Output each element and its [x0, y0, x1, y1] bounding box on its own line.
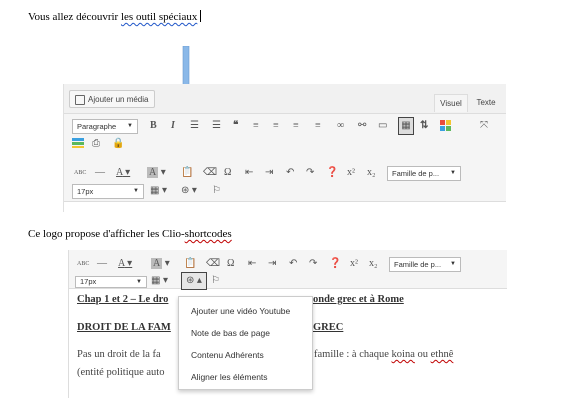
horizontal-line-icon[interactable]: — [95, 165, 105, 181]
flag-icon[interactable]: ⚐ [211, 273, 220, 289]
clio-logo-button[interactable]: ⊛ ▴ [181, 272, 207, 290]
colorful-grid-icon[interactable] [440, 120, 452, 136]
media-icon [75, 95, 85, 105]
table-icon[interactable]: ▦ ▾ [151, 273, 168, 289]
paste-icon[interactable]: 📋 [184, 256, 196, 272]
align-right-icon[interactable]: ≡ [293, 118, 299, 134]
add-media-button[interactable]: Ajouter un média [69, 90, 155, 108]
undo-icon[interactable]: ↶ [286, 165, 294, 181]
clio-logo-icon[interactable]: ⊛ ▾ [181, 183, 197, 199]
spellcheck-icon[interactable]: ABC [77, 256, 89, 272]
doc-line-1-right: onde grec et à Rome [313, 294, 404, 305]
wp-editor: Ajouter un média Visuel Texte Paragraphe… [63, 84, 506, 213]
font-size-select[interactable]: 17px ▼ [72, 184, 144, 199]
eraser-icon[interactable]: ⌫ [206, 256, 220, 272]
text-color-icon[interactable]: A ▾ [116, 165, 130, 181]
numbered-list-icon[interactable]: ☰ [212, 118, 221, 134]
unlink-icon[interactable]: ⚯ [358, 118, 366, 134]
justify-icon[interactable]: ≡ [315, 118, 321, 134]
doc-line-2: DROIT DE LA FAM [77, 322, 171, 333]
flag-icon[interactable]: ⚐ [212, 183, 221, 199]
fullscreen-icon[interactable]: ⤧ [480, 118, 488, 134]
toolbar-row-2-cropped: ABC — A ▾ A ▾ 📋 ⌫ Ω ⇤ ⇥ ↶ ↷ ❓ x² x₂ Fami… [69, 250, 507, 290]
special-char-icon[interactable]: Ω [227, 256, 234, 272]
text-color-icon[interactable]: A ▾ [118, 256, 132, 272]
doc-line-3-right: famille : à chaque koina ou ethnê [314, 349, 454, 360]
clio-shortcodes-menu: Ajouter une vidéo Youtube Note de bas de… [178, 296, 313, 390]
doc-line-4: (entité politique auto [77, 367, 165, 378]
tab-text[interactable]: Texte [469, 94, 503, 112]
subscript-icon[interactable]: x₂ [369, 256, 378, 272]
doc-line-2-right: GREC [313, 322, 344, 333]
menu-item-align[interactable]: Aligner les éléments [191, 369, 268, 385]
superscript-icon[interactable]: x² [350, 256, 358, 272]
align-center-icon[interactable]: ≡ [273, 118, 279, 134]
background-color-icon[interactable]: A ▾ [151, 256, 170, 272]
chevron-down-icon: ▼ [450, 170, 456, 176]
font-size-select[interactable]: 17px ▼ [75, 276, 147, 288]
font-family-select[interactable]: Famille de p... ▼ [389, 257, 461, 272]
bullet-list-icon[interactable]: ☰ [190, 118, 199, 134]
intro-text: Vous allez découvrir les outil spéciaux [28, 10, 202, 23]
bold-icon[interactable]: B [150, 118, 157, 134]
intro-text-underlined: les outil spéciaux [120, 11, 198, 23]
outdent-icon[interactable]: ⇤ [245, 165, 253, 181]
chevron-down-icon: ▼ [133, 188, 139, 194]
lock-icon[interactable]: 🔒 [112, 136, 124, 152]
table-icon[interactable]: ▦ ▾ [150, 183, 167, 199]
indent-icon[interactable]: ⇥ [265, 165, 273, 181]
doc-line-1: Chap 1 et 2 – Le dro [77, 294, 169, 305]
link-icon[interactable]: ∞ [337, 118, 344, 134]
special-char-icon[interactable]: Ω [224, 165, 231, 181]
chevron-down-icon: ▼ [127, 123, 133, 129]
background-color-icon[interactable]: A ▾ [147, 165, 166, 181]
help-icon[interactable]: ❓ [326, 165, 338, 181]
toolbar-row-1: Paragraphe ▼ B I ☰ ☰ ❝ ≡ ≡ ≡ ≡ ∞ ⚯ ▭ ▦ ⇅ … [64, 113, 506, 166]
tab-visual[interactable]: Visuel [434, 94, 468, 112]
indent-icon[interactable]: ⇥ [268, 256, 276, 272]
read-more-icon[interactable]: ▭ [378, 118, 387, 134]
print-icon[interactable]: ⎙ [92, 136, 100, 152]
editor-content[interactable] [64, 201, 506, 213]
toolbar-toggle-icon[interactable]: ▦ [398, 117, 414, 135]
caption-text: Ce logo propose d'afficher les Clio-shor… [28, 228, 232, 240]
horizontal-line-icon[interactable]: — [97, 256, 107, 272]
redo-icon[interactable]: ↷ [306, 165, 314, 181]
subscript-icon[interactable]: x₂ [367, 165, 376, 181]
text-cursor [200, 10, 202, 22]
paste-icon[interactable]: 📋 [181, 165, 193, 181]
italic-icon[interactable]: I [171, 118, 175, 134]
redo-icon[interactable]: ↷ [309, 256, 317, 272]
chevron-down-icon: ▼ [450, 261, 456, 267]
superscript-icon[interactable]: x² [347, 165, 355, 181]
font-family-select[interactable]: Famille de p... ▼ [387, 166, 461, 181]
sort-icon[interactable]: ⇅ [420, 118, 428, 134]
outdent-icon[interactable]: ⇤ [248, 256, 256, 272]
menu-item-members-content[interactable]: Contenu Adhérents [191, 347, 264, 363]
undo-icon[interactable]: ↶ [289, 256, 297, 272]
eraser-icon[interactable]: ⌫ [203, 165, 217, 181]
menu-item-footnote[interactable]: Note de bas de page [191, 325, 270, 341]
chevron-down-icon: ▼ [136, 279, 142, 285]
doc-line-3: Pas un droit de la fa [77, 349, 161, 360]
spellcheck-icon[interactable]: ABC [74, 165, 86, 181]
format-select[interactable]: Paragraphe ▼ [72, 119, 138, 134]
blockquote-icon[interactable]: ❝ [233, 118, 238, 134]
menu-item-youtube[interactable]: Ajouter une vidéo Youtube [191, 303, 290, 319]
help-icon[interactable]: ❓ [329, 256, 341, 272]
toolbar-row-2: ABC — A ▾ A ▾ 📋 ⌫ Ω ⇤ ⇥ ↶ ↷ ❓ x² x₂ Fami… [64, 165, 506, 201]
align-left-icon[interactable]: ≡ [253, 118, 259, 134]
stack-icon[interactable] [72, 138, 84, 154]
